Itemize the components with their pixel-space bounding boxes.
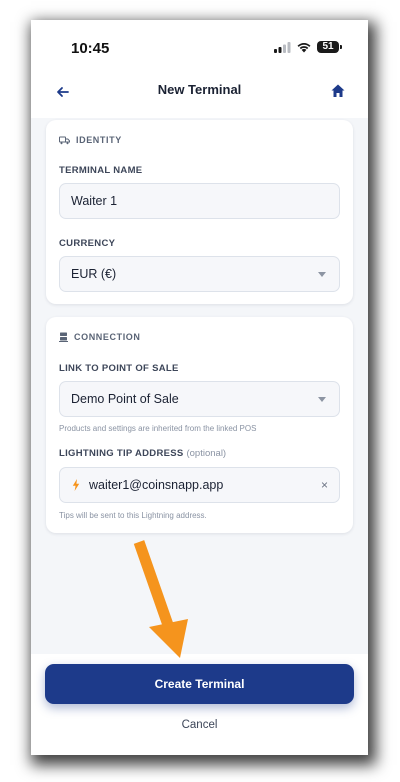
lightning-bolt-icon — [72, 479, 80, 491]
pos-value: Demo Point of Sale — [71, 392, 179, 406]
tip-address-optional: (optional) — [186, 448, 227, 459]
terminal-name-value: Waiter 1 — [71, 194, 118, 208]
currency-label: CURRENCY — [59, 238, 116, 249]
bottom-actions: Create Terminal Cancel — [31, 654, 368, 755]
chevron-down-icon — [318, 397, 326, 402]
currency-value: EUR (€) — [71, 267, 117, 281]
home-icon[interactable] — [329, 82, 347, 100]
identity-card: IDENTITY TERMINAL NAME Waiter 1 CURRENCY… — [46, 120, 353, 304]
terminal-name-label: TERMINAL NAME — [59, 165, 143, 176]
truck-icon — [59, 136, 70, 144]
connection-section-header: CONNECTION — [59, 330, 141, 344]
identity-section-title: IDENTITY — [76, 135, 122, 145]
wifi-icon — [297, 43, 311, 53]
terminal-name-input[interactable]: Waiter 1 — [59, 183, 340, 219]
cellular-signal-icon — [274, 42, 291, 53]
status-bar: 10:45 51 — [31, 20, 368, 66]
battery-tip — [340, 45, 342, 49]
battery-icon: 51 — [317, 41, 339, 53]
pos-link-label: LINK TO POINT OF SALE — [59, 363, 179, 374]
tip-address-label-text: LIGHTNING TIP ADDRESS — [59, 448, 184, 459]
pos-hint: Products and settings are inherited from… — [59, 424, 257, 433]
cancel-button[interactable]: Cancel — [31, 719, 368, 731]
phone-screen: 10:45 51 New Terminal IDENTITY TERMINAL … — [31, 20, 368, 755]
tip-address-label: LIGHTNING TIP ADDRESS (optional) — [59, 448, 226, 459]
nav-bar: New Terminal — [31, 66, 368, 118]
tip-address-value: waiter1@coinsnapp.app — [89, 478, 224, 492]
status-time: 10:45 — [71, 40, 110, 57]
identity-section-header: IDENTITY — [59, 133, 122, 147]
connection-card: CONNECTION LINK TO POINT OF SALE Demo Po… — [46, 317, 353, 533]
page-title: New Terminal — [157, 82, 242, 97]
tip-hint: Tips will be sent to this Lightning addr… — [59, 511, 207, 520]
tip-address-input[interactable]: waiter1@coinsnapp.app × — [59, 467, 340, 503]
create-terminal-button[interactable]: Create Terminal — [45, 664, 354, 704]
currency-select[interactable]: EUR (€) — [59, 256, 340, 292]
chevron-down-icon — [318, 272, 326, 277]
server-icon — [59, 332, 68, 342]
connection-section-title: CONNECTION — [74, 332, 141, 342]
clear-icon[interactable]: × — [321, 478, 328, 492]
pos-select[interactable]: Demo Point of Sale — [59, 381, 340, 417]
